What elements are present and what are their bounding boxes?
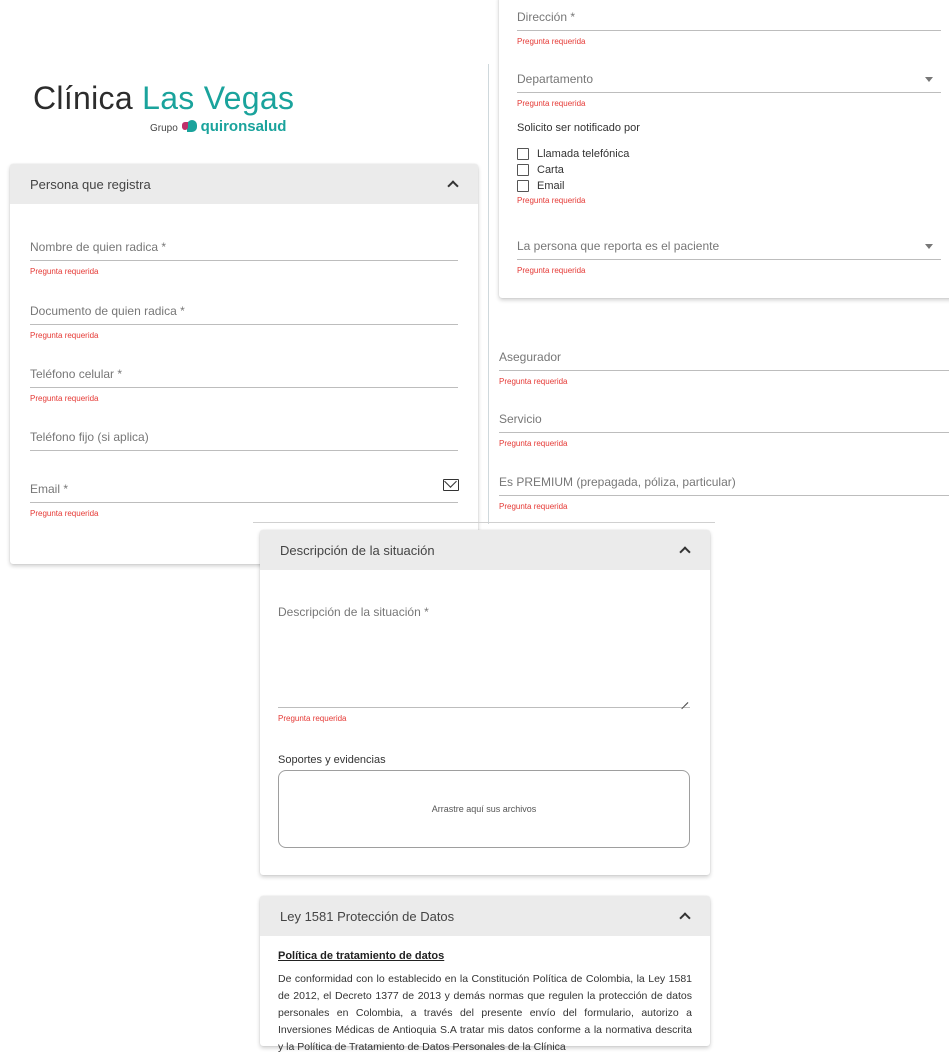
error-message: Pregunta requerida (499, 377, 568, 386)
error-message: Pregunta requerida (30, 394, 99, 403)
telefono-celular-field[interactable]: Teléfono celular * Pregunta requerida (30, 367, 458, 403)
column-divider (488, 64, 489, 524)
asegurador-field[interactable]: Asegurador Pregunta requerida (499, 350, 949, 386)
field-underline (30, 387, 458, 388)
dropdown-arrow-icon[interactable] (925, 77, 933, 82)
panel-title: Ley 1581 Protección de Datos (280, 908, 455, 924)
field-underline (517, 92, 941, 93)
policy-title: Política de tratamiento de datos (278, 950, 445, 962)
panel-header[interactable]: Descripción de la situación (260, 530, 710, 570)
soportes-label: Soportes y evidencias (278, 754, 386, 766)
logo-brand: quironsalud (200, 118, 287, 135)
descripcion-textarea[interactable]: Descripción de la situación * Pregunta r… (278, 605, 690, 723)
panel-ley-1581: Ley 1581 Protección de Datos Política de… (260, 896, 710, 1053)
panel-title: Descripción de la situación (280, 542, 435, 558)
field-underline (30, 260, 458, 261)
error-message: Pregunta requerida (30, 267, 99, 276)
logo-text-las-vegas: Las Vegas (142, 80, 295, 116)
field-underline (499, 495, 949, 496)
field-label: Es PREMIUM (prepagada, póliza, particula… (499, 475, 736, 489)
field-label: Teléfono fijo (si aplica) (30, 430, 149, 444)
field-underline (517, 259, 941, 260)
field-label: La persona que reporta es el paciente (517, 239, 720, 253)
clinic-logo: Clínica Las Vegas (33, 80, 294, 117)
panel-header[interactable]: Persona que registra (10, 164, 478, 204)
departamento-select[interactable]: Departamento Pregunta requerida (517, 72, 941, 108)
logo-text-clinica: Clínica (33, 80, 143, 116)
chevron-up-icon[interactable] (680, 545, 690, 555)
checkbox-box[interactable] (517, 180, 529, 192)
dropdown-arrow-icon[interactable] (925, 244, 933, 249)
panel-title: Persona que registra (30, 176, 151, 192)
logo-subtitle: Grupo quironsalud (150, 118, 286, 135)
checkbox-label: Carta (537, 164, 564, 176)
field-label: Servicio (499, 412, 542, 426)
checkbox-email[interactable]: Email (517, 178, 941, 194)
documento-field[interactable]: Documento de quien radica * Pregunta req… (30, 304, 458, 340)
notificacion-group: Solicito ser notificado por Llamada tele… (517, 122, 941, 205)
field-label: Asegurador (499, 350, 562, 364)
email-field[interactable]: Email * Pregunta requerida (30, 482, 458, 518)
error-message: Pregunta requerida (517, 99, 586, 108)
field-underline (517, 30, 941, 31)
checkbox-carta[interactable]: Carta (517, 162, 941, 178)
error-message: Pregunta requerida (499, 502, 568, 511)
telefono-fijo-field[interactable]: Teléfono fijo (si aplica) (30, 430, 458, 451)
mail-icon (443, 479, 459, 491)
field-underline (499, 432, 949, 433)
field-label: Departamento (517, 72, 594, 86)
direccion-field[interactable]: Dirección * Pregunta requerida (517, 10, 941, 46)
panel-header[interactable]: Ley 1581 Protección de Datos (260, 896, 710, 936)
file-dropzone[interactable]: Arrastre aquí sus archivos (278, 770, 690, 848)
field-label: Dirección * (517, 10, 576, 24)
field-label: Teléfono celular * (30, 367, 123, 381)
textarea-body[interactable] (278, 619, 690, 707)
error-message: Pregunta requerida (517, 266, 586, 275)
error-message: Pregunta requerida (517, 37, 586, 46)
field-underline (30, 502, 458, 503)
field-label: Descripción de la situación * (278, 605, 429, 619)
field-underline (30, 324, 458, 325)
field-underline (30, 450, 458, 451)
notificacion-title: Solicito ser notificado por (517, 122, 640, 134)
dropzone-text: Arrastre aquí sus archivos (431, 804, 537, 814)
resize-handle-icon[interactable] (680, 695, 688, 703)
nombre-field[interactable]: Nombre de quien radica * Pregunta requer… (30, 240, 458, 276)
checkbox-label: Email (537, 180, 565, 192)
checkbox-box[interactable] (517, 164, 529, 176)
field-underline (278, 707, 690, 708)
policy-text: De conformidad con lo establecido en la … (278, 973, 692, 1053)
chevron-up-icon[interactable] (448, 179, 458, 189)
section-divider (253, 522, 715, 523)
field-label: Nombre de quien radica * (30, 240, 167, 254)
chevron-up-icon[interactable] (680, 911, 690, 921)
quironsalud-logo-icon (181, 120, 197, 132)
error-message: Pregunta requerida (517, 196, 586, 205)
checkbox-label: Llamada telefónica (537, 148, 630, 160)
logo-grupo: Grupo (150, 123, 178, 134)
error-message: Pregunta requerida (30, 331, 99, 340)
servicio-field[interactable]: Servicio Pregunta requerida (499, 412, 949, 448)
field-label: Documento de quien radica * (30, 304, 185, 318)
premium-field[interactable]: Es PREMIUM (prepagada, póliza, particula… (499, 475, 949, 511)
field-label: Email * (30, 482, 69, 496)
field-underline (499, 370, 949, 371)
error-message: Pregunta requerida (499, 439, 568, 448)
error-message: Pregunta requerida (278, 714, 347, 723)
checkbox-box[interactable] (517, 148, 529, 160)
checkbox-llamada[interactable]: Llamada telefónica (517, 146, 941, 162)
error-message: Pregunta requerida (30, 509, 99, 518)
persona-reporta-select[interactable]: La persona que reporta es el paciente Pr… (517, 239, 941, 275)
